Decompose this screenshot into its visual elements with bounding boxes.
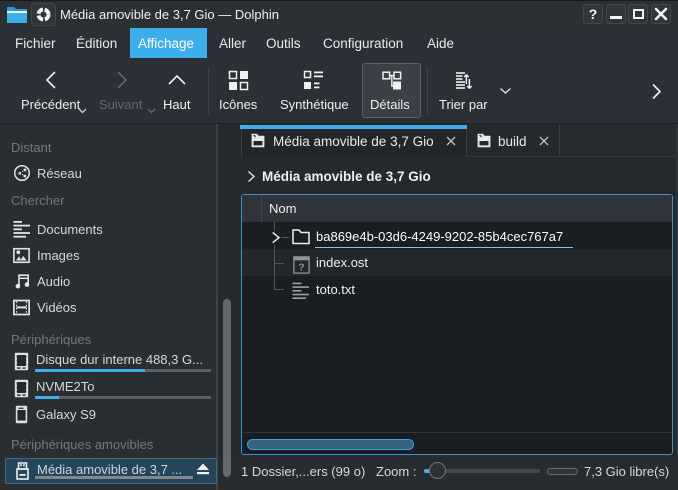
svg-text:?: ? (298, 261, 304, 273)
